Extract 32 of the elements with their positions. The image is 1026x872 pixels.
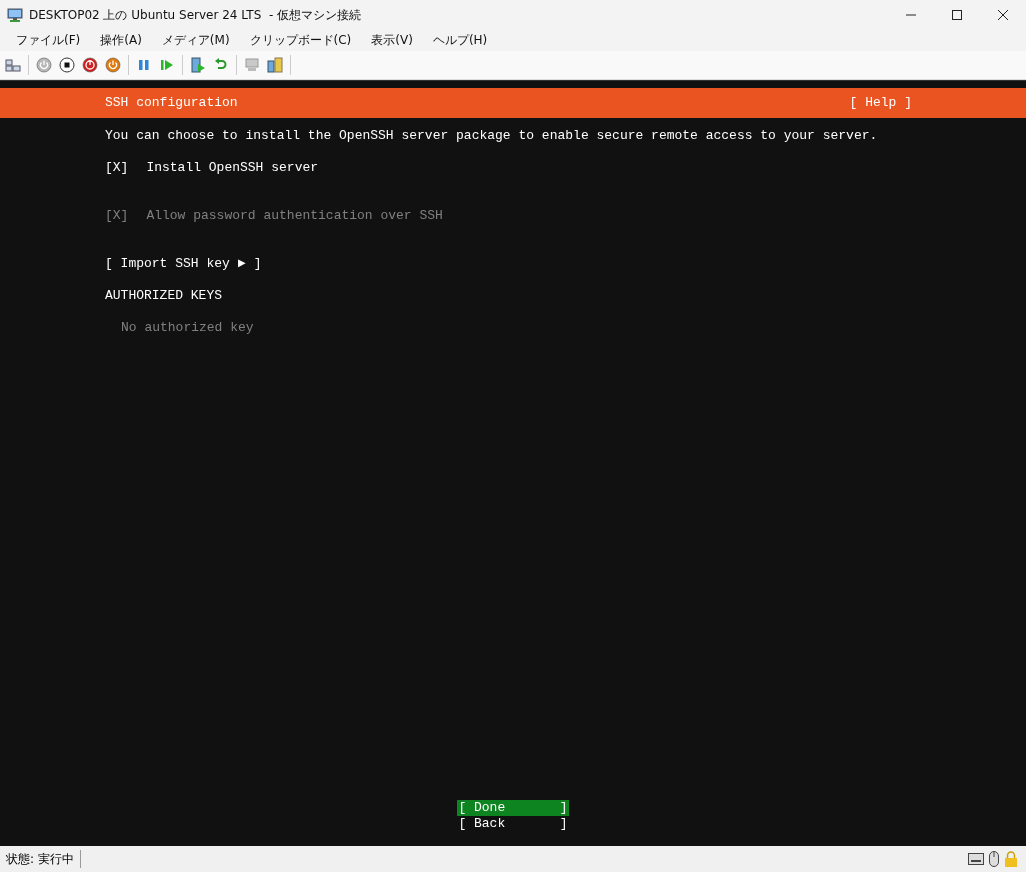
checkbox-label: Install OpenSSH server	[146, 159, 319, 176]
server-icon[interactable]	[267, 56, 283, 73]
close-icon[interactable]	[998, 10, 1008, 20]
keyboard-icon	[968, 853, 984, 865]
maximize-icon[interactable]	[952, 10, 962, 20]
stop-icon[interactable]	[59, 56, 75, 73]
import-ssh-key-button[interactable]: [ Import SSH key ► ]	[105, 255, 262, 272]
windows-icon[interactable]	[5, 56, 21, 73]
help-link[interactable]: [ Help ]	[849, 94, 912, 111]
server-icon[interactable]	[190, 56, 206, 73]
window-title: DESKTOP02 上の Ubuntu Server 24 LTS - 仮想マシン接続	[29, 6, 363, 24]
lock-icon	[1004, 851, 1018, 867]
status-text: 状態: 実行中	[6, 850, 81, 868]
menu-button[interactable]: [ Back ]	[457, 816, 569, 833]
menu-item[interactable]: 表示(V)	[363, 32, 421, 49]
power-icon[interactable]	[36, 56, 52, 73]
checkbox[interactable]: [X]	[105, 159, 129, 176]
section-heading: AUTHORIZED KEYS	[105, 287, 223, 304]
menu-button[interactable]: [ Done ]	[457, 800, 569, 817]
menu-item[interactable]: メディア(M)	[153, 32, 238, 49]
menu-item[interactable]: ファイル(F)	[8, 32, 89, 49]
screen-title: SSH configuration	[105, 94, 238, 111]
shutdown-icon[interactable]	[82, 56, 98, 73]
menu-item[interactable]: ヘルプ(H)	[424, 32, 496, 49]
empty-keys-text: No authorized key	[121, 319, 254, 336]
power-icon[interactable]	[105, 56, 121, 73]
description-text: You can choose to install the OpenSSH server package to enable secure remote access to your server.	[105, 127, 878, 144]
menu-item[interactable]: クリップボード(C)	[241, 32, 360, 49]
mouse-icon	[989, 851, 999, 867]
menu-item[interactable]: 操作(A)	[92, 32, 150, 49]
checkbox-label: Allow password authentication over SSH	[146, 207, 443, 224]
monitor-icon	[7, 7, 23, 23]
